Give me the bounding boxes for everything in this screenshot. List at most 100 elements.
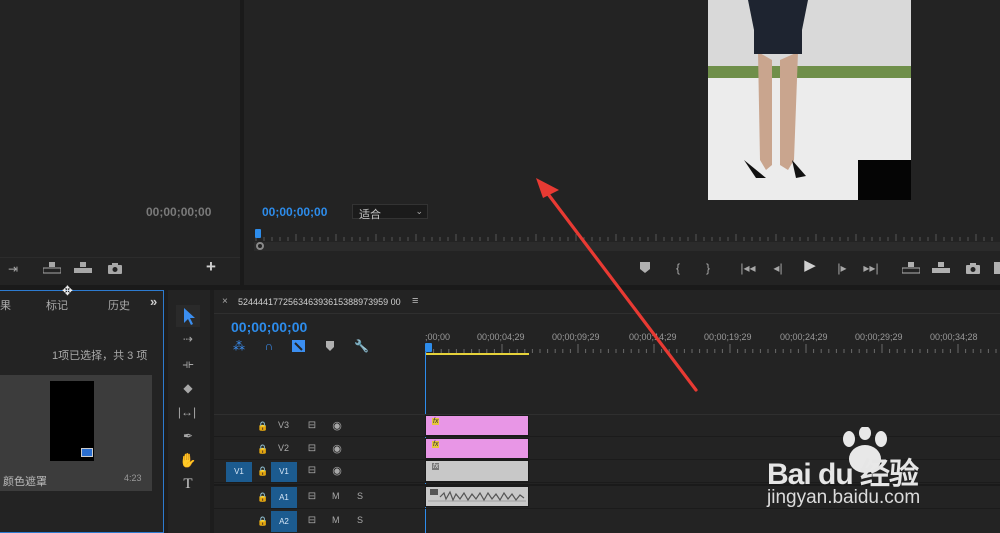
hand-tool-icon[interactable]: ✋ (179, 453, 197, 467)
play-icon[interactable]: ▶ (802, 258, 818, 273)
mark-out-icon[interactable]: } (702, 262, 714, 274)
extract-button-icon[interactable] (932, 262, 950, 274)
overflow-icon[interactable] (994, 262, 1000, 274)
item-type-badge-icon (81, 448, 93, 457)
program-timecode[interactable]: 00;00;00;00 (262, 205, 327, 219)
eye-icon[interactable]: ◉ (331, 420, 343, 432)
slip-tool-icon[interactable]: |↔| (176, 406, 198, 418)
sync-lock-icon[interactable]: ⊟ (306, 491, 318, 503)
sequence-tab[interactable]: 524444177256346393615388973959 00 (238, 297, 401, 307)
selection-info: 1项已选择，共 3 项 (52, 350, 148, 362)
program-scrubber[interactable] (254, 232, 1000, 242)
step-forward-icon[interactable]: |▸ (834, 262, 850, 274)
tab-history[interactable]: 历史 (108, 297, 130, 313)
panel-more-icon[interactable]: » (150, 294, 157, 309)
zoom-handle[interactable] (256, 242, 264, 250)
selection-tool-icon[interactable] (176, 305, 200, 327)
lock-icon[interactable]: 🔒 (257, 465, 268, 477)
tab-markers[interactable]: 标记 (46, 297, 68, 313)
playhead-marker[interactable] (255, 229, 261, 238)
chevron-down-icon: ⌄ (415, 206, 423, 216)
camera-icon[interactable] (966, 262, 982, 274)
sync-lock-icon[interactable]: ⊟ (306, 465, 318, 477)
item-name: 颜色遮罩 (3, 476, 47, 488)
ruler-label-5: 00;00;24;29 (780, 332, 828, 342)
mute-button[interactable]: M (332, 515, 340, 525)
type-tool-icon[interactable]: T (179, 477, 197, 492)
lock-icon[interactable]: 🔒 (257, 443, 268, 455)
fx-badge-icon: fx (432, 463, 440, 470)
pen-tool-icon[interactable]: ✒ (179, 430, 197, 442)
timeline-ruler[interactable]: ;00;00 00;00;04;29 00;00;09;29 00;00;14;… (425, 328, 1000, 354)
sequence-menu-icon[interactable]: ≡ (412, 295, 418, 307)
ruler-label-6: 00;00;29;29 (855, 332, 903, 342)
ripple-edit-tool-icon[interactable]: ⟛ (179, 358, 197, 370)
timeline-timecode[interactable]: 00;00;00;00 (231, 319, 307, 335)
audio-waveform (428, 489, 526, 502)
track-target-a1[interactable]: A1 (271, 487, 297, 508)
source-patch-v1[interactable]: V1 (226, 462, 252, 482)
zoom-bar[interactable] (254, 242, 1000, 251)
solo-button[interactable]: S (357, 491, 363, 501)
razor-tool-icon[interactable]: ◆ (179, 382, 197, 394)
ruler-label-3: 00;00;14;29 (629, 332, 677, 342)
fx-badge-icon: fx (432, 418, 440, 425)
source-monitor-divider (0, 257, 240, 258)
eye-icon[interactable]: ◉ (331, 465, 343, 477)
work-area-bar[interactable] (425, 353, 529, 355)
extract-icon[interactable] (74, 262, 92, 274)
add-button-icon[interactable]: + (203, 258, 219, 275)
watermark-url: jingyan.baidu.com (767, 487, 921, 508)
tab-effects[interactable]: 果 (0, 297, 11, 313)
move-cursor-icon: ✥ (62, 283, 73, 298)
ruler-label-1: 00;00;04;29 (477, 332, 525, 342)
go-to-in-icon[interactable]: |◂◂ (738, 262, 758, 274)
close-tab-icon[interactable]: × (222, 296, 228, 307)
clip-v3[interactable]: fx (425, 415, 529, 436)
snap-icon[interactable]: ∩ (262, 340, 276, 352)
clip-v2[interactable]: fx (425, 438, 529, 459)
solo-button[interactable]: S (357, 515, 363, 525)
ruler-label-0: ;00;00 (425, 332, 451, 342)
sync-lock-icon[interactable]: ⊟ (306, 420, 318, 432)
lock-icon[interactable]: 🔒 (257, 420, 268, 432)
tools-panel: ⇢ ⟛ ◆ |↔| ✒ ✋ T (168, 290, 210, 533)
track-target-a2[interactable]: A2 (271, 511, 297, 532)
track-name-v2: V2 (278, 443, 290, 453)
lift-button-icon[interactable] (902, 262, 920, 274)
wrench-icon[interactable]: 🔧 (354, 340, 369, 352)
add-marker-icon[interactable] (326, 341, 336, 351)
track-name-v3: V3 (278, 420, 290, 430)
ruler-label-7: 00;00;34;28 (930, 332, 978, 342)
sync-lock-icon[interactable]: ⊟ (306, 443, 318, 455)
step-back-icon[interactable]: ◂| (770, 262, 786, 274)
fit-dropdown-value: 适合 (359, 209, 381, 221)
source-timecode[interactable]: 00;00;00;00 (146, 205, 211, 219)
program-monitor-panel: 00;00;00;00 适合 ⌄ { } |◂◂ ◂| ▶ |▸ ▸▸| (244, 0, 1000, 285)
sync-lock-icon[interactable]: ⊟ (306, 515, 318, 527)
fx-badge-icon: fx (432, 441, 440, 448)
clip-v1[interactable]: fx (425, 460, 529, 482)
track-select-tool-icon[interactable]: ⇢ (179, 333, 197, 345)
ruler-label-4: 00;00;19;29 (704, 332, 752, 342)
project-item-card[interactable]: 颜色遮罩 4:23 (0, 375, 152, 491)
fit-dropdown[interactable]: 适合 ⌄ (352, 204, 428, 221)
mute-button[interactable]: M (332, 491, 340, 501)
nest-icon[interactable]: ⁂ (232, 340, 246, 352)
mark-in-icon[interactable]: { (672, 262, 684, 274)
tab-underline (214, 313, 1000, 314)
timeline-playhead[interactable] (425, 343, 432, 352)
insert-icon[interactable]: ⇥ (5, 263, 21, 275)
source-monitor-panel: 00;00;00;00 ⇥ + (0, 0, 240, 285)
linked-selection-icon[interactable] (292, 340, 306, 352)
item-duration: 4:23 (124, 473, 142, 483)
track-target-v1[interactable]: V1 (271, 462, 297, 482)
lock-icon[interactable]: 🔒 (257, 515, 268, 527)
go-to-out-icon[interactable]: ▸▸| (861, 262, 881, 274)
clip-a1[interactable] (425, 486, 529, 507)
lock-icon[interactable]: 🔒 (257, 491, 268, 503)
eye-icon[interactable]: ◉ (331, 443, 343, 455)
lift-icon[interactable] (43, 262, 61, 274)
export-frame-icon[interactable] (108, 262, 124, 274)
marker-icon[interactable] (640, 262, 654, 273)
